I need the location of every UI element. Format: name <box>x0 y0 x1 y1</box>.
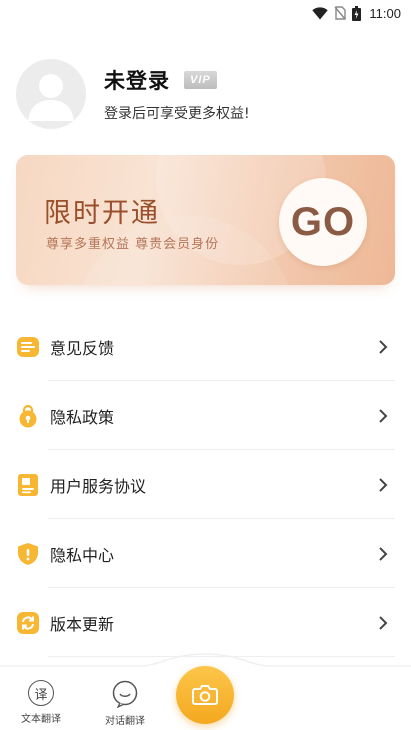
chat-icon <box>112 680 138 708</box>
default-avatar-icon <box>28 74 74 121</box>
nav-dialogue-translate[interactable]: 对话翻译 <box>90 680 160 727</box>
chevron-right-icon <box>379 546 388 561</box>
chevron-right-icon <box>379 615 388 630</box>
menu-item-privacy-policy[interactable]: 隐私政策 <box>0 381 411 450</box>
profile-text: 未登录 VIP 登录后可享受更多权益! <box>104 65 250 123</box>
nav-label: 对话翻译 <box>105 716 145 727</box>
menu-item-label: 隐私政策 <box>50 407 115 427</box>
nav-label: 文本翻译 <box>21 714 61 725</box>
chevron-right-icon <box>379 408 388 423</box>
wifi-icon <box>312 6 329 19</box>
status-bar: 11:00 <box>0 0 411 26</box>
no-sim-icon <box>334 6 347 20</box>
menu-item-version-update[interactable]: 版本更新 <box>0 588 411 657</box>
chevron-right-icon <box>379 477 388 492</box>
promo-title: 限时开通 <box>44 198 160 229</box>
battery-icon <box>352 5 362 21</box>
menu-item-label: 用户服务协议 <box>50 476 147 496</box>
shield-icon <box>18 542 38 565</box>
menu-item-label: 隐私中心 <box>50 545 115 565</box>
promo-subtitle: 尊享多重权益 尊贵会员身份 <box>46 237 220 252</box>
status-time: 11:00 <box>369 5 401 21</box>
menu-item-feedback[interactable]: 意见反馈 <box>0 312 411 381</box>
translate-icon: 译 <box>28 680 54 706</box>
agreement-icon <box>18 473 38 496</box>
vip-badge: VIP <box>184 71 217 89</box>
username[interactable]: 未登录 <box>104 65 170 95</box>
menu-item-label: 版本更新 <box>50 614 115 634</box>
vip-promo-banner[interactable]: 限时开通 尊享多重权益 尊贵会员身份 GO <box>16 155 395 285</box>
update-icon <box>17 611 39 634</box>
avatar[interactable] <box>16 59 86 129</box>
camera-button[interactable] <box>176 666 234 724</box>
go-button[interactable]: GO <box>279 178 367 266</box>
menu-item-label: 意见反馈 <box>50 338 115 358</box>
menu-item-user-agreement[interactable]: 用户服务协议 <box>0 450 411 519</box>
camera-icon <box>192 685 218 705</box>
chevron-right-icon <box>379 339 388 354</box>
privacy-lock-icon <box>19 404 37 427</box>
bottom-nav: 译 文本翻译 对话翻译 <box>0 653 411 730</box>
nav-text-translate[interactable]: 译 文本翻译 <box>6 680 76 725</box>
menu-item-privacy-center[interactable]: 隐私中心 <box>0 519 411 588</box>
profile-header[interactable]: 未登录 VIP 登录后可享受更多权益! <box>16 56 396 132</box>
login-tip: 登录后可享受更多权益! <box>104 106 250 122</box>
name-row: 未登录 VIP <box>104 65 250 95</box>
feedback-icon <box>17 336 39 357</box>
settings-menu: 意见反馈 隐私政策 用户服务协议 隐私中心 版本更新 <box>0 312 411 657</box>
